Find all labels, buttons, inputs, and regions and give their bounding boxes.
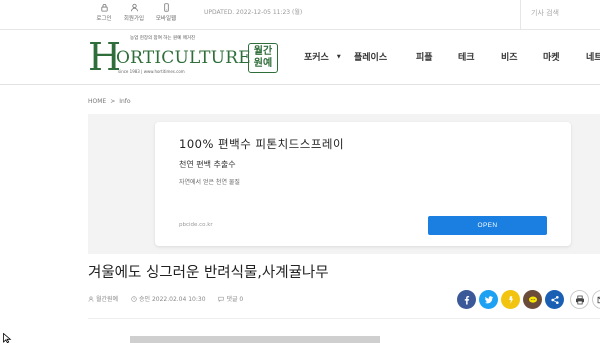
nav-item-focus[interactable]: 포커스 ▼ <box>304 50 341 63</box>
share-icon <box>550 295 559 304</box>
ad-title[interactable]: 100% 편백수 피톤치드스프레이 <box>179 136 344 152</box>
top-utility-bar: 로그인 회원가입 모바일웹 UPDATED. 2022-12-05 11:23 … <box>0 0 600 30</box>
article-comments[interactable]: 댓글 0 <box>226 296 243 303</box>
kakaotalk-icon <box>528 296 537 303</box>
kakaostory-share-button[interactable] <box>501 290 520 309</box>
twitter-icon <box>484 295 493 303</box>
facebook-icon <box>464 295 469 304</box>
site-logo[interactable]: 농업 현장의 참여 하는 원예 매거진 H ORTICULTURE since … <box>88 32 280 82</box>
join-label: 회원가입 <box>123 16 145 22</box>
nav-label: 네트 <box>586 53 600 63</box>
nav-label: 비즈 <box>501 53 518 63</box>
ad-description: 자연에서 얻은 천연 물질 <box>179 179 240 186</box>
facebook-share-button[interactable] <box>457 290 476 309</box>
user-icon <box>88 296 94 302</box>
site-header: 농업 현장의 참여 하는 원예 매거진 H ORTICULTURE since … <box>0 30 600 85</box>
article-divider <box>88 318 600 319</box>
nav-label: 마켓 <box>543 53 560 63</box>
nav-label: 플레이스 <box>354 53 388 63</box>
article-author-wrap: 월간원예 <box>88 296 118 303</box>
mail-button[interactable] <box>592 290 600 309</box>
article-author: 월간원예 <box>96 296 119 303</box>
nav-item-net[interactable]: 네트 <box>586 50 600 63</box>
breadcrumb-section[interactable]: Info <box>119 98 130 105</box>
nav-item-tech[interactable]: 테크 <box>458 50 475 63</box>
article-headline: 겨울에도 싱그러운 반려식물,사계귤나무 <box>88 265 329 281</box>
print-icon <box>576 295 584 305</box>
caret-down-icon: ▼ <box>336 54 341 60</box>
search-input[interactable]: 기사 검색 <box>520 0 600 29</box>
ad-open-button[interactable]: OPEN <box>428 216 547 235</box>
comment-icon <box>218 296 225 302</box>
logo-badge-line1: 월간 <box>253 46 273 57</box>
mobile-icon <box>163 3 169 12</box>
logo-badge-line2: 원예 <box>253 58 273 69</box>
logo-since: since 1983 | www.hortitimes.com <box>118 69 185 74</box>
article-date: 승인 2022.02.04 10:30 <box>139 296 206 303</box>
mouse-cursor-icon <box>3 333 12 343</box>
lock-icon <box>100 4 108 12</box>
logo-tagline: 농업 현장의 참여 하는 원예 매거진 <box>130 36 196 41</box>
breadcrumb: HOME > Info <box>88 98 131 105</box>
kakaostory-icon <box>508 295 513 304</box>
nav-item-biz[interactable]: 비즈 <box>501 50 518 63</box>
article-date-wrap: 승인 2022.02.04 10:30 <box>131 296 206 303</box>
nav-label: 테크 <box>458 53 475 63</box>
ad-subtitle: 천연 편백 추출수 <box>179 160 236 169</box>
nav-label: 피플 <box>416 53 433 63</box>
login-label: 로그인 <box>96 16 112 22</box>
join-link[interactable]: 회원가입 <box>116 3 152 22</box>
logo-wordmark: ORTICULTURE <box>116 48 251 68</box>
twitter-share-button[interactable] <box>479 290 498 309</box>
updated-timestamp: UPDATED. 2022-12-05 11:23 (월) <box>204 9 303 16</box>
mobile-web-link[interactable]: 모바일웹 <box>148 3 184 22</box>
print-button[interactable] <box>570 290 589 309</box>
article-meta: 월간원예 승인 2022.02.04 10:30 댓글 0 <box>88 294 254 303</box>
nav-item-people[interactable]: 피플 <box>416 50 433 63</box>
share-button[interactable] <box>545 290 564 309</box>
ad-url[interactable]: pbcide.co.kr <box>179 222 213 228</box>
ad-card[interactable]: 100% 편백수 피톤치드스프레이 천연 편백 추출수 자연에서 얻은 천연 물… <box>155 122 571 246</box>
logo-badge: 월간 원예 <box>248 43 278 73</box>
breadcrumb-separator: > <box>110 98 116 105</box>
article-image <box>130 336 380 343</box>
search-placeholder: 기사 검색 <box>531 9 559 17</box>
mobile-web-label: 모바일웹 <box>155 16 177 22</box>
nav-label: 포커스 <box>304 53 329 63</box>
nav-item-place[interactable]: 플레이스 <box>354 50 387 63</box>
kakaotalk-share-button[interactable] <box>523 290 542 309</box>
article-comments-wrap[interactable]: 댓글 0 <box>218 296 243 303</box>
user-icon <box>130 3 138 12</box>
breadcrumb-home[interactable]: HOME <box>88 98 106 105</box>
clock-icon <box>131 296 137 302</box>
nav-item-market[interactable]: 마켓 <box>543 50 560 63</box>
